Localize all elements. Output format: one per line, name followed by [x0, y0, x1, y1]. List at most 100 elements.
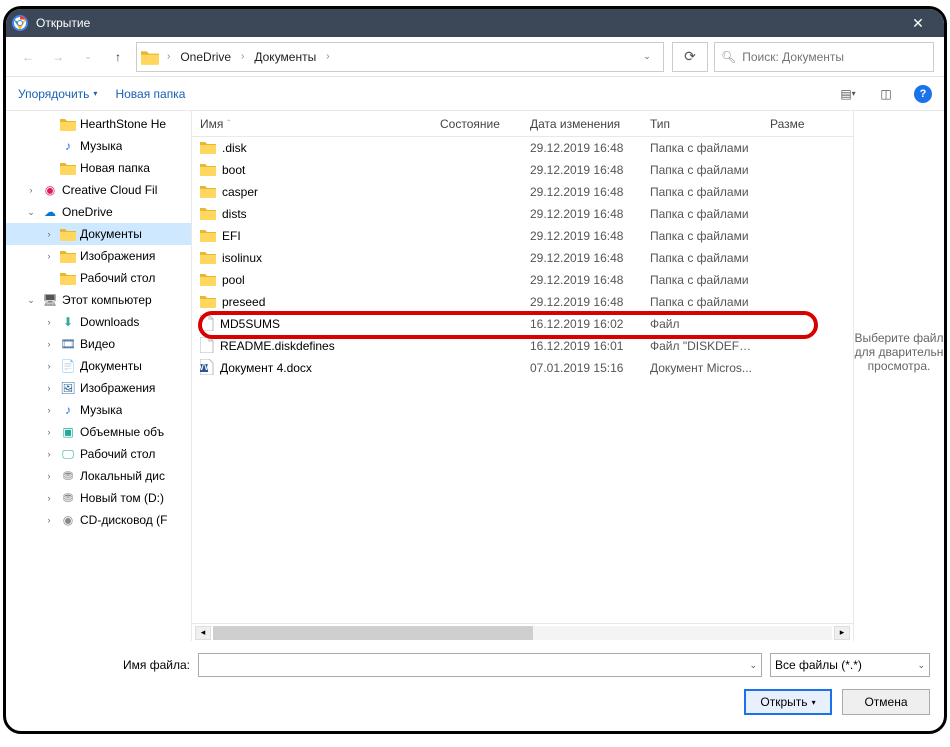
- tree-item[interactable]: ›📄Документы: [6, 355, 191, 377]
- tree-item[interactable]: Новая папка: [6, 157, 191, 179]
- file-type: Папка с файлами: [642, 229, 762, 243]
- file-date: 29.12.2019 16:48: [522, 273, 642, 287]
- tree-item[interactable]: ›♪Музыка: [6, 399, 191, 421]
- file-date: 29.12.2019 16:48: [522, 141, 642, 155]
- tree-item[interactable]: ›◉CD-дисковод (F: [6, 509, 191, 531]
- tree-item[interactable]: ›🖵Рабочий стол: [6, 443, 191, 465]
- back-button[interactable]: ←: [16, 45, 40, 69]
- file-name: Документ 4.docx: [220, 361, 312, 375]
- tree-item[interactable]: ›🎞Видео: [6, 333, 191, 355]
- expand-icon[interactable]: ›: [42, 339, 56, 349]
- new-folder-button[interactable]: Новая папка: [115, 87, 185, 101]
- tree-item[interactable]: ♪Музыка: [6, 135, 191, 157]
- file-row[interactable]: boot29.12.2019 16:48Папка с файлами: [192, 159, 853, 181]
- expand-icon[interactable]: ›: [42, 405, 56, 415]
- file-row[interactable]: isolinux29.12.2019 16:48Папка с файлами: [192, 247, 853, 269]
- column-headers[interactable]: Имя ˆ Состояние Дата изменения Тип Разме: [192, 111, 853, 137]
- tree-item[interactable]: ›▣Объемные объ: [6, 421, 191, 443]
- search-input[interactable]: [742, 50, 927, 64]
- chevron-right-icon[interactable]: ›: [165, 51, 172, 62]
- tree-item[interactable]: ›Изображения: [6, 245, 191, 267]
- folder-icon: [60, 248, 76, 264]
- close-icon[interactable]: ✕: [898, 15, 938, 32]
- chevron-right-icon[interactable]: ›: [324, 51, 331, 62]
- file-row[interactable]: EFI29.12.2019 16:48Папка с файлами: [192, 225, 853, 247]
- expand-icon[interactable]: ›: [42, 229, 56, 239]
- header-size[interactable]: Разме: [762, 117, 822, 131]
- up-button[interactable]: ↑: [106, 45, 130, 69]
- forward-button[interactable]: →: [46, 45, 70, 69]
- tree-label: Creative Cloud Fil: [62, 183, 157, 197]
- file-row[interactable]: casper29.12.2019 16:48Папка с файлами: [192, 181, 853, 203]
- expand-icon[interactable]: ›: [42, 515, 56, 525]
- tree-item[interactable]: ⌄☁OneDrive: [6, 201, 191, 223]
- file-row[interactable]: preseed29.12.2019 16:48Папка с файлами: [192, 291, 853, 313]
- filename-label: Имя файла:: [20, 658, 190, 672]
- scroll-left-icon[interactable]: ◂: [195, 626, 211, 640]
- tree-item[interactable]: Рабочий стол: [6, 267, 191, 289]
- header-state[interactable]: Состояние: [432, 117, 522, 131]
- folder-tree[interactable]: HearthStone He♪Музыка Новая папка ›◉Creati…: [6, 111, 192, 641]
- scroll-thumb[interactable]: [213, 626, 533, 640]
- expand-icon[interactable]: ›: [42, 317, 56, 327]
- file-type-filter[interactable]: Все файлы (*.*)⌄: [770, 653, 930, 677]
- file-row[interactable]: .disk29.12.2019 16:48Папка с файлами: [192, 137, 853, 159]
- expand-icon[interactable]: ›: [42, 493, 56, 503]
- folder-icon: [60, 160, 76, 176]
- expand-icon[interactable]: ›: [42, 449, 56, 459]
- tree-label: Новая папка: [80, 161, 150, 175]
- filename-input[interactable]: ⌄: [198, 653, 762, 677]
- preview-pane-button[interactable]: ◫: [876, 84, 896, 104]
- expand-icon[interactable]: ›: [42, 361, 56, 371]
- expand-icon[interactable]: ⌄: [24, 207, 38, 218]
- file-type: Папка с файлами: [642, 141, 762, 155]
- help-icon[interactable]: ?: [914, 85, 932, 103]
- tree-item[interactable]: ›◉Creative Cloud Fil: [6, 179, 191, 201]
- tree-item[interactable]: ›Документы: [6, 223, 191, 245]
- header-name[interactable]: Имя ˆ: [192, 117, 432, 131]
- search-box[interactable]: 🔍︎: [714, 42, 934, 72]
- chevron-right-icon[interactable]: ›: [239, 51, 246, 62]
- address-bar[interactable]: › OneDrive › Документы › ⌄: [136, 42, 664, 72]
- refresh-button[interactable]: ⟳: [672, 42, 708, 72]
- music-icon: ♪: [60, 138, 76, 154]
- horizontal-scrollbar[interactable]: ◂ ▸: [192, 623, 853, 641]
- file-row[interactable]: MD5SUMS16.12.2019 16:02Файл: [192, 313, 853, 335]
- file-row[interactable]: WДокумент 4.docx07.01.2019 15:16Документ…: [192, 357, 853, 379]
- organize-menu[interactable]: Упорядочить ▾: [18, 87, 97, 101]
- expand-icon[interactable]: ›: [42, 427, 56, 437]
- expand-icon[interactable]: ›: [24, 185, 38, 195]
- tree-label: Видео: [80, 337, 115, 351]
- tree-label: Этот компьютер: [62, 293, 152, 307]
- folder-icon: [200, 206, 216, 223]
- scroll-right-icon[interactable]: ▸: [834, 626, 850, 640]
- recent-dropdown[interactable]: ⌄: [76, 45, 100, 69]
- music-icon: ♪: [60, 402, 76, 418]
- header-date[interactable]: Дата изменения: [522, 117, 642, 131]
- expand-icon[interactable]: ⌄: [24, 295, 38, 306]
- expand-icon[interactable]: ›: [42, 251, 56, 261]
- tree-item[interactable]: ›⛃Новый том (D:): [6, 487, 191, 509]
- tree-item[interactable]: ›🖼Изображения: [6, 377, 191, 399]
- desktop-icon: 🖵: [60, 446, 76, 462]
- scroll-track[interactable]: [213, 626, 832, 640]
- tree-item[interactable]: ›⬇Downloads: [6, 311, 191, 333]
- file-row[interactable]: README.diskdefines16.12.2019 16:01Файл "…: [192, 335, 853, 357]
- expand-icon[interactable]: ›: [42, 383, 56, 393]
- breadcrumb-documents[interactable]: Документы: [248, 48, 322, 66]
- file-type: Папка с файлами: [642, 251, 762, 265]
- header-type[interactable]: Тип: [642, 117, 762, 131]
- file-row[interactable]: dists29.12.2019 16:48Папка с файлами: [192, 203, 853, 225]
- dropdown-icon[interactable]: ⌄: [635, 45, 659, 69]
- expand-icon[interactable]: ›: [42, 471, 56, 481]
- folder-icon: [200, 162, 216, 179]
- tree-item[interactable]: HearthStone He: [6, 113, 191, 135]
- view-mode-button[interactable]: ▤ ▾: [838, 84, 858, 104]
- breadcrumb-onedrive[interactable]: OneDrive: [174, 48, 237, 66]
- file-row[interactable]: pool29.12.2019 16:48Папка с файлами: [192, 269, 853, 291]
- open-button[interactable]: Открыть ▾: [744, 689, 832, 715]
- tree-item[interactable]: ⌄🖥Этот компьютер: [6, 289, 191, 311]
- folder-icon: [200, 272, 216, 289]
- tree-item[interactable]: ›⛃Локальный дис: [6, 465, 191, 487]
- cancel-button[interactable]: Отмена: [842, 689, 930, 715]
